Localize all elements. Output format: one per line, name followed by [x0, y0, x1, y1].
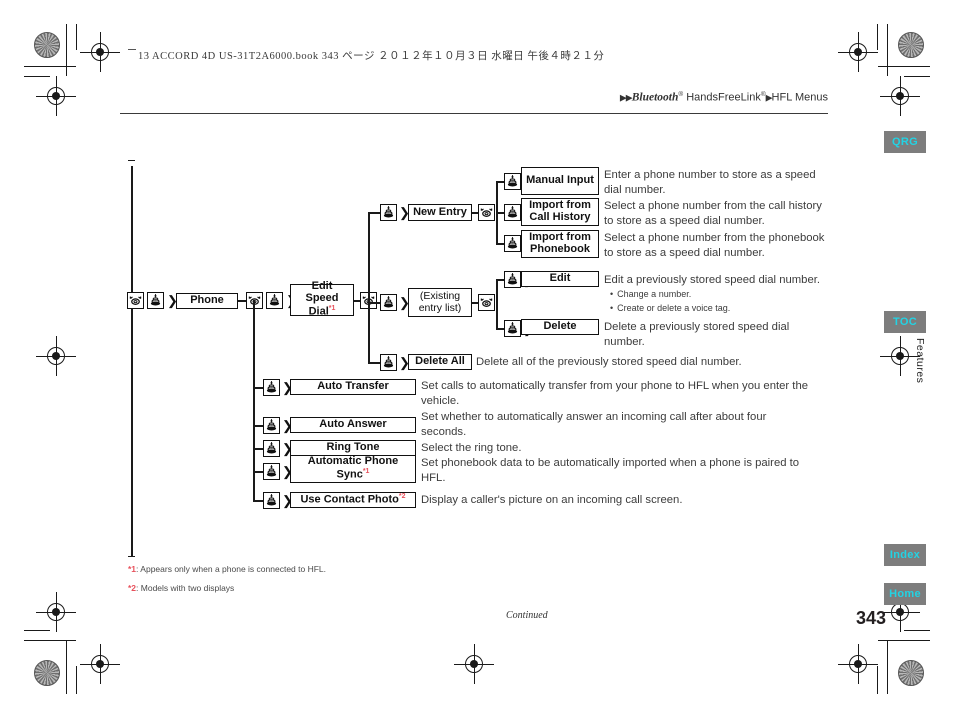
press-knob-icon-call-history — [504, 204, 521, 221]
menu-box-use-contact-photo-label: Use Contact Photo — [300, 493, 399, 506]
rotate-knob-icon-new-entry — [478, 204, 495, 221]
menu-box-import-call-history-label: Import from Call History — [529, 199, 591, 223]
connector-new-entry — [368, 212, 380, 214]
footnote-2-text: : Models with two displays — [136, 583, 235, 594]
menu-box-auto-transfer-label: Auto Transfer — [317, 380, 389, 393]
description-auto-answer: Set whether to automatically answer an i… — [421, 411, 767, 439]
menu-box-import-phonebook-label: Import from Phonebook — [529, 231, 591, 255]
menu-box-edit[interactable]: Edit — [521, 271, 599, 287]
spine-level3 — [368, 212, 370, 362]
description-ring-tone: Select the ring tone. — [421, 442, 522, 454]
menu-box-phone[interactable]: Phone — [176, 293, 238, 309]
menu-box-import-call-history[interactable]: Import from Call History — [521, 198, 599, 226]
press-knob-icon-auto-transfer — [263, 379, 280, 396]
footnote-marker-edit-speed-dial: *1 — [328, 305, 336, 313]
press-knob-icon-delete — [504, 320, 521, 337]
press-knob-icon-manual-input — [504, 173, 521, 190]
connector-phone-out — [238, 300, 246, 302]
footnote-2: *2: Models with two displays — [128, 582, 326, 594]
connector-delete-all — [368, 362, 380, 364]
spine-tick-top — [128, 160, 135, 162]
connector-automatic-phone-sync — [253, 471, 263, 473]
description-edit-bullets: Change a number. Create or delete a voic… — [610, 288, 845, 315]
connector-manual-input — [496, 181, 504, 183]
press-knob-icon-ring-tone — [263, 440, 280, 457]
menu-box-new-entry[interactable]: New Entry — [408, 204, 472, 221]
spine-existing-children — [496, 279, 498, 328]
menu-box-manual-input[interactable]: Manual Input — [521, 167, 599, 195]
menu-box-delete[interactable]: Delete — [521, 319, 599, 335]
menu-box-existing-entry-list-label: (Existing entry list) — [418, 290, 462, 314]
press-knob-icon-automatic-phone-sync — [263, 463, 280, 480]
rotate-knob-icon-2 — [246, 292, 263, 309]
description-automatic-phone-sync: Set phonebook data to be automatically i… — [421, 457, 800, 485]
hfl-menu-flow-diagram: ❯ Phone ❯ Edit Speed Dial*1 — [0, 0, 954, 718]
menu-box-ring-tone[interactable]: Ring Tone — [290, 440, 416, 456]
continued-label: Continued — [506, 610, 548, 621]
connector-delete — [496, 328, 504, 330]
footnote-1-marker: *1 — [128, 564, 137, 574]
menu-box-edit-speed-dial-label: Edit Speed Dial — [305, 280, 339, 318]
rotate-knob-icon — [127, 292, 144, 309]
connector-edit — [496, 279, 504, 281]
menu-box-delete-all-label: Delete All — [415, 355, 465, 368]
press-knob-icon — [147, 292, 164, 309]
description-delete: Delete a previously stored speed dial nu… — [604, 321, 790, 349]
menu-box-edit-label: Edit — [549, 272, 571, 285]
edit-bullet-2: Create or delete a voice tag. — [610, 302, 845, 316]
menu-box-auto-answer-label: Auto Answer — [319, 418, 387, 431]
spine-left — [131, 166, 133, 556]
menu-box-auto-answer[interactable]: Auto Answer — [290, 417, 416, 433]
menu-box-existing-entry-list[interactable]: (Existing entry list) — [408, 288, 472, 317]
menu-box-import-phonebook[interactable]: Import from Phonebook — [521, 230, 599, 258]
menu-box-new-entry-label: New Entry — [413, 205, 467, 218]
menu-box-edit-speed-dial[interactable]: Edit Speed Dial*1 — [290, 280, 354, 318]
press-knob-icon-existing-entry — [380, 294, 397, 311]
connector-import-call-history — [496, 212, 504, 214]
menu-box-phone-label: Phone — [190, 294, 224, 307]
press-knob-icon-use-contact-photo — [263, 492, 280, 509]
press-knob-icon-2 — [266, 292, 283, 309]
rotate-knob-icon-existing — [478, 294, 495, 311]
menu-box-ring-tone-label: Ring Tone — [326, 441, 380, 454]
menu-box-delete-label: Delete — [543, 320, 577, 333]
connector-auto-answer — [253, 425, 263, 427]
page-number: 343 — [855, 608, 886, 628]
connector-use-contact-photo — [253, 500, 263, 502]
press-knob-icon-phonebook — [504, 235, 521, 252]
edit-bullet-1: Change a number. — [610, 288, 845, 302]
footnote-marker-use-contact-photo: *2 — [398, 493, 406, 501]
footnote-2-marker: *2 — [128, 583, 137, 594]
description-manual-input: Enter a phone number to store as a speed… — [604, 169, 816, 197]
connector-existing-entry — [368, 302, 380, 304]
footnote-marker-automatic-phone-sync: *1 — [362, 468, 370, 476]
menu-box-automatic-phone-sync[interactable]: Automatic Phone Sync*1 — [290, 455, 416, 483]
description-use-contact-photo: Display a caller's picture on an incomin… — [421, 494, 683, 506]
spine-level2 — [253, 300, 255, 500]
description-auto-transfer: Set calls to automatically transfer from… — [421, 380, 809, 408]
menu-box-delete-all[interactable]: Delete All — [408, 354, 472, 370]
description-delete-all: Delete all of the previously stored spee… — [476, 356, 742, 368]
press-knob-icon-auto-answer — [263, 417, 280, 434]
description-import-call-history: Select a phone number from the call hist… — [604, 200, 822, 228]
menu-box-manual-input-label: Manual Input — [526, 174, 594, 187]
press-knob-icon-delete-all — [380, 354, 397, 371]
footnote-1: *1: Appears only when a phone is connect… — [128, 563, 326, 575]
menu-box-auto-transfer[interactable]: Auto Transfer — [290, 379, 416, 395]
connector-ring-tone — [253, 448, 263, 450]
spine-tick-bottom — [128, 556, 135, 558]
press-knob-icon-new-entry — [380, 204, 397, 221]
footnotes: *1: Appears only when a phone is connect… — [128, 563, 326, 602]
menu-box-use-contact-photo[interactable]: Use Contact Photo*2 — [290, 492, 416, 508]
press-knob-icon-edit — [504, 271, 521, 288]
footnote-1-text: : Appears only when a phone is connected… — [136, 564, 327, 574]
connector-import-phonebook — [496, 243, 504, 245]
connector-auto-transfer — [253, 387, 263, 389]
description-import-phonebook: Select a phone number from the phonebook… — [604, 232, 825, 260]
description-edit: Edit a previously stored speed dial numb… — [604, 274, 821, 286]
menu-box-automatic-phone-sync-label: Automatic Phone Sync — [307, 455, 399, 481]
